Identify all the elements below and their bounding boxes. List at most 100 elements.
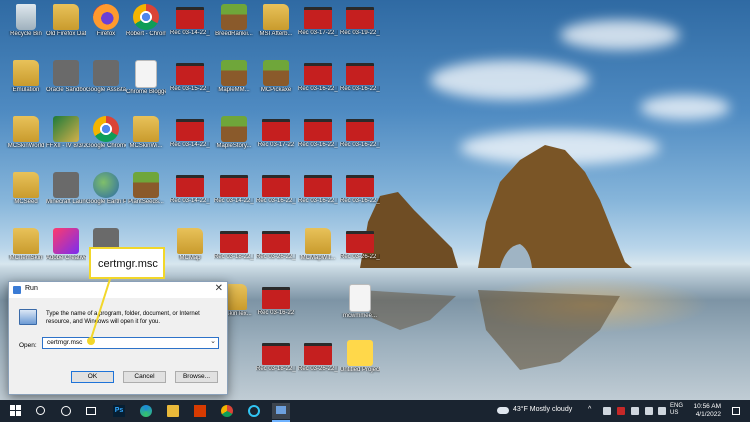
desktop-icon[interactable]: Rec 03-16-22_005 bbox=[298, 172, 338, 216]
office-icon[interactable] bbox=[194, 405, 206, 417]
browse-button[interactable]: Browse... bbox=[175, 371, 218, 383]
alexa-icon[interactable] bbox=[248, 405, 260, 417]
edge-icon[interactable] bbox=[140, 405, 152, 417]
cancel-button[interactable]: Cancel bbox=[123, 371, 166, 383]
desktop-icon-label: Rec 03-18-22_003 bbox=[256, 366, 296, 372]
desktop-icon[interactable]: Rec 03-26-22_002 bbox=[340, 228, 380, 272]
adobe-icon bbox=[53, 228, 79, 254]
desktop-icon[interactable]: Chrome Blogger bbox=[126, 60, 166, 104]
app-icon bbox=[53, 172, 79, 198]
desktop-icon[interactable]: BreedRankii... bbox=[214, 4, 254, 48]
desktop-icon[interactable]: Rec 03-14-22_001 bbox=[170, 116, 210, 160]
desktop-icon[interactable]: MCSeed bbox=[6, 172, 46, 216]
desktop-icon[interactable]: Untitled Project bbox=[340, 340, 380, 384]
desktop-icon[interactable]: Rec 03-16-22_002 bbox=[298, 116, 338, 160]
language-indicator[interactable]: ENG US bbox=[670, 403, 683, 417]
folder-icon bbox=[13, 172, 39, 198]
desktop-icon[interactable]: MapleStory... bbox=[214, 116, 254, 160]
desktop-icon[interactable]: MapleMM... bbox=[214, 60, 254, 104]
desktop-icon[interactable]: MSI Afterb... bbox=[256, 4, 296, 48]
desktop-icon[interactable]: Rec 03-16-22 bbox=[256, 284, 296, 328]
tray-chevron-up-icon[interactable]: ^ bbox=[588, 406, 600, 418]
run-description: Type the name of a program, folder, docu… bbox=[46, 311, 200, 325]
photoshop-icon[interactable]: Ps bbox=[113, 405, 125, 417]
cortana-icon[interactable] bbox=[61, 406, 71, 416]
desktop-icon[interactable]: Adobe Creative Cloud bbox=[46, 228, 86, 272]
video-icon bbox=[176, 7, 204, 29]
task-view-icon[interactable] bbox=[86, 407, 96, 415]
desktop-icon[interactable]: Rec 03-18-22_001 bbox=[214, 228, 254, 272]
battery-icon[interactable] bbox=[658, 407, 666, 415]
desktop-icon-label: Rec 03-19-22_003 bbox=[340, 30, 380, 36]
weather-text[interactable]: 43°F Mostly cloudy bbox=[513, 406, 572, 413]
desktop-icon-label: Emulation bbox=[12, 87, 40, 93]
folder-icon bbox=[177, 228, 203, 254]
video-icon bbox=[262, 119, 290, 141]
ok-button[interactable]: OK bbox=[71, 371, 114, 383]
volume-icon[interactable] bbox=[645, 407, 653, 415]
cloud-icon[interactable] bbox=[497, 407, 509, 414]
video-icon bbox=[346, 7, 374, 29]
desktop-icon[interactable]: Rec 03-14-22_003 bbox=[170, 172, 210, 216]
desktop-icon-label: Rec 03-16-22 bbox=[257, 310, 295, 316]
video-icon bbox=[304, 175, 332, 197]
desktop-icon[interactable]: Recycle Bin bbox=[6, 4, 46, 48]
desktop-icon[interactable]: Rec 03-16-22_003 bbox=[298, 60, 338, 104]
clock[interactable]: 10:56 AM 4/1/2022 bbox=[689, 403, 721, 419]
desktop-icon[interactable]: mcwmmee... bbox=[340, 284, 380, 328]
desktop-icon[interactable]: Emulation bbox=[6, 60, 46, 104]
desktop-icon[interactable]: Robert - Chrome bbox=[126, 4, 166, 48]
desktop-icon[interactable]: Rec 03-14-22_002 bbox=[170, 4, 210, 48]
chevron-down-icon[interactable]: ⌄ bbox=[210, 337, 216, 345]
game-icon bbox=[221, 4, 247, 30]
desktop-icon[interactable]: Old Firefox Data bbox=[46, 4, 86, 48]
desktop-icon[interactable]: Rec 03-26-22_001 bbox=[256, 228, 296, 272]
desktop-icon[interactable]: MCSkinWi... bbox=[126, 116, 166, 160]
desktop-icon[interactable]: MCMap bbox=[170, 228, 210, 272]
desktop-icon[interactable]: FFXII - IV 8/3/2021 bbox=[46, 116, 86, 160]
desktop-icon[interactable]: Google Assistant bbox=[86, 60, 126, 104]
notification-icon[interactable] bbox=[732, 407, 740, 415]
run-titlebar[interactable]: Run ✕ bbox=[9, 282, 227, 298]
desktop-icon-label: PlantSeeds... bbox=[128, 199, 164, 205]
desktop-icon[interactable]: Rec 03-16-22_006 bbox=[340, 172, 380, 216]
desktop-icon[interactable]: Rec 03-26-22_001 bbox=[298, 340, 338, 384]
desktop-icon[interactable]: Rec 03-17-22_003 bbox=[298, 4, 338, 48]
desktop-icon[interactable]: Rec 03-14-22_004 bbox=[214, 172, 254, 216]
desktop-icon[interactable]: MCItemSkin bbox=[6, 228, 46, 272]
desktop-icon-label: Adobe Creative Cloud bbox=[46, 255, 86, 261]
run-taskbar-icon[interactable] bbox=[272, 403, 290, 419]
desktop-icon[interactable]: MCSkinWorld bbox=[6, 116, 46, 160]
file-explorer-icon[interactable] bbox=[167, 405, 179, 417]
desktop-icon[interactable]: Rec 03-19-22_003 bbox=[340, 4, 380, 48]
folder-icon bbox=[305, 228, 331, 254]
desktop-icon-label: Oracle Sandbox bbox=[46, 87, 86, 93]
tray-security-icon[interactable] bbox=[617, 407, 625, 415]
network-icon[interactable] bbox=[631, 407, 639, 415]
desktop-icon[interactable]: PlantSeeds... bbox=[126, 172, 166, 216]
desktop-icon[interactable]: Rec 03-17-22 bbox=[256, 116, 296, 160]
desktop-icon[interactable]: Google Chrome bbox=[86, 116, 126, 160]
windows-start-icon[interactable] bbox=[10, 405, 22, 417]
search-icon[interactable] bbox=[36, 406, 45, 415]
desktop-icon[interactable]: Google Earth Pro bbox=[86, 172, 126, 216]
thumb-icon bbox=[53, 116, 79, 142]
desktop-icon-label: Rec 03-16-22_004 bbox=[340, 142, 380, 148]
desktop-icon[interactable]: Rec 03-16-22_004 bbox=[340, 116, 380, 160]
desktop-icon[interactable]: Rec 03-16-22_003 bbox=[340, 60, 380, 104]
desktop-icon[interactable]: Rec 03-15-22_001 bbox=[170, 60, 210, 104]
desktop-icon[interactable]: Rec 03-16-22_002 bbox=[256, 172, 296, 216]
desktop-icon[interactable]: MCPickaxe bbox=[256, 60, 296, 104]
desktop-icon[interactable]: Firefox bbox=[86, 4, 126, 48]
open-input[interactable]: certmgr.msc ⌄ bbox=[42, 337, 219, 349]
desktop-icon[interactable]: Minecraft Launcher bbox=[46, 172, 86, 216]
video-icon bbox=[262, 175, 290, 197]
desktop-icon[interactable]: Rec 03-18-22_003 bbox=[256, 340, 296, 384]
close-icon[interactable]: ✕ bbox=[215, 283, 223, 294]
chrome-icon[interactable] bbox=[221, 405, 233, 417]
tray-app-icon[interactable] bbox=[603, 407, 611, 415]
desktop-icon-label: Rec 03-26-22_001 bbox=[298, 366, 338, 372]
desktop-icon-label: Rec 03-16-22_002 bbox=[298, 142, 338, 148]
desktop-icon[interactable]: MCMapWit... bbox=[298, 228, 338, 272]
desktop-icon[interactable]: Oracle Sandbox bbox=[46, 60, 86, 104]
